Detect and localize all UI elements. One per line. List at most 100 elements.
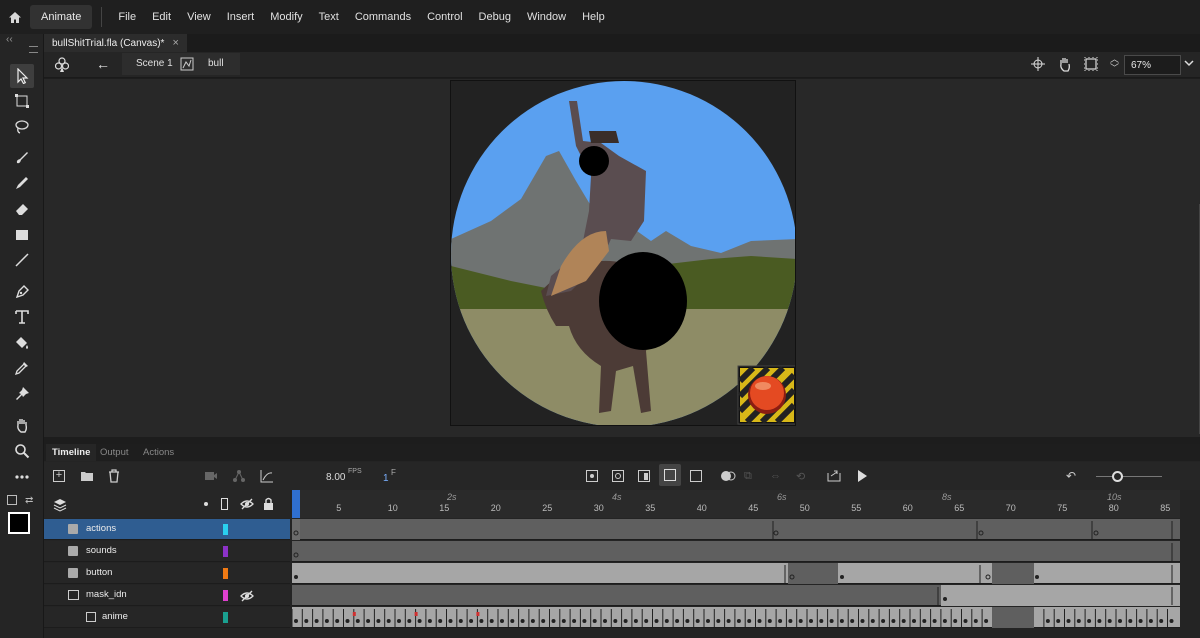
layer-anime[interactable]: anime	[44, 607, 290, 628]
zoom-dropdown-icon[interactable]	[1183, 58, 1195, 68]
frames-row-actions[interactable]	[292, 519, 1180, 540]
zoom-slider-handle[interactable]	[1112, 471, 1123, 482]
tab-output[interactable]: Output	[94, 444, 135, 461]
layer-sounds[interactable]: sounds	[44, 541, 290, 562]
undo-icon[interactable]: ↶	[1066, 469, 1076, 483]
stroke-color-swatch[interactable]	[8, 512, 30, 534]
text-tool-icon[interactable]	[10, 305, 34, 329]
more-tools-icon[interactable]	[10, 465, 34, 489]
tab-actions[interactable]: Actions	[137, 444, 180, 461]
breadcrumb-scene[interactable]: Scene 1	[136, 58, 173, 69]
new-folder-icon[interactable]	[80, 470, 94, 482]
rotate-stage-icon[interactable]	[1057, 56, 1073, 72]
stage-canvas[interactable]	[450, 80, 796, 426]
camera-icon[interactable]	[204, 470, 218, 481]
menu-debug[interactable]: Debug	[471, 0, 519, 34]
menu-help[interactable]: Help	[574, 0, 613, 34]
layer-color-swatch[interactable]	[223, 590, 228, 601]
eraser-tool-icon[interactable]	[10, 197, 34, 221]
pen-tool-icon[interactable]	[10, 280, 34, 304]
zoom-input[interactable]: 67%	[1124, 55, 1181, 75]
selection-tool-icon[interactable]	[10, 64, 34, 88]
playhead[interactable]	[292, 490, 300, 518]
onion-skin-icon[interactable]	[720, 470, 736, 482]
frames-row-sounds[interactable]	[292, 541, 1180, 562]
menu-window[interactable]: Window	[519, 0, 574, 34]
brush-fill-tool-icon[interactable]	[10, 146, 34, 170]
edit-bar: ← Scene 1 bull ︿ ﹀ 67%	[44, 52, 1200, 78]
layer-color-swatch[interactable]	[223, 546, 228, 557]
tab-timeline[interactable]: Timeline	[46, 444, 97, 461]
outline-layers-icon[interactable]	[221, 498, 228, 510]
insert-blank-keyframe-icon[interactable]	[612, 470, 624, 482]
edit-multiple-frames-icon[interactable]: ⧉	[744, 470, 752, 483]
layer-color-swatch[interactable]	[223, 524, 228, 535]
home-icon[interactable]	[0, 0, 30, 34]
menu-modify[interactable]: Modify	[262, 0, 310, 34]
center-stage-icon[interactable]	[1031, 57, 1045, 71]
back-arrow-icon[interactable]: ←	[96, 56, 110, 72]
zoom-slider[interactable]	[1096, 476, 1162, 477]
layer-button[interactable]: button	[44, 563, 290, 584]
menu-insert[interactable]: Insert	[219, 0, 263, 34]
eyedropper-tool-icon[interactable]	[10, 356, 34, 380]
paint-brush-tool-icon[interactable]	[10, 171, 34, 195]
insert-keyframe-icon[interactable]	[586, 470, 598, 482]
layer-actions[interactable]: actions	[44, 519, 290, 540]
frame-ruler[interactable]: 2s 4s 6s 8s 10s 5 10 15 20 25 30 35 40 45 50 55 60 65 70 7…	[292, 490, 1180, 518]
default-colors-icon[interactable]	[7, 495, 17, 505]
rectangle-tool-icon[interactable]	[10, 223, 34, 247]
insert-blank-keyframe-auto-icon[interactable]	[690, 470, 702, 482]
current-frame-value[interactable]: 1	[383, 473, 389, 484]
layer-mask-idn[interactable]: mask_idn	[44, 585, 290, 606]
paint-bucket-tool-icon[interactable]	[10, 331, 34, 355]
layer-color-swatch[interactable]	[223, 568, 228, 579]
mask-layer-icon	[68, 590, 79, 600]
close-tab-icon[interactable]: ×	[172, 37, 178, 49]
hidden-eye-icon[interactable]	[240, 590, 254, 602]
show-hide-icon[interactable]	[240, 498, 254, 510]
free-transform-tool-icon[interactable]	[10, 89, 34, 113]
pin-tool-icon[interactable]	[10, 382, 34, 406]
document-tab[interactable]: bullShitTrial.fla (Canvas)* ×	[44, 34, 187, 52]
center-frame-icon[interactable]: ⟲	[796, 470, 805, 483]
zoom-tool-icon[interactable]	[10, 439, 34, 463]
menu-view[interactable]: View	[179, 0, 219, 34]
fps-value[interactable]: 8.00	[326, 472, 345, 483]
line-tool-icon[interactable]	[10, 248, 34, 272]
insert-frame-icon[interactable]	[638, 470, 650, 482]
auto-keyframe-icon[interactable]	[659, 464, 681, 486]
frames-row-button[interactable]	[292, 563, 1180, 584]
menu-commands[interactable]: Commands	[347, 0, 419, 34]
new-layer-icon[interactable]: +	[53, 470, 65, 482]
layers-icon[interactable]	[53, 498, 67, 512]
collapse-icon[interactable]: ‹‹	[6, 34, 13, 45]
graph-icon[interactable]	[260, 469, 274, 483]
menu-control[interactable]: Control	[419, 0, 470, 34]
zoom-stepper-icon[interactable]: ︿ ﹀	[1110, 55, 1119, 73]
lasso-tool-icon[interactable]	[10, 115, 34, 139]
club-icon[interactable]	[55, 57, 69, 73]
panel-menu-icon[interactable]	[29, 46, 38, 53]
layer-parenting-icon[interactable]	[232, 469, 246, 483]
play-icon[interactable]	[856, 469, 868, 483]
hand-tool-icon[interactable]	[10, 413, 34, 437]
highlight-layers-icon[interactable]	[204, 502, 208, 506]
menu-file[interactable]: File	[110, 0, 144, 34]
export-icon[interactable]	[827, 469, 841, 482]
layer-color-swatch[interactable]	[223, 612, 228, 623]
ruler-frame-number: 50	[799, 503, 810, 513]
red-button-icon[interactable]	[737, 365, 796, 425]
app-name-button[interactable]: Animate	[30, 5, 93, 29]
menu-text[interactable]: Text	[311, 0, 347, 34]
swap-colors-icon[interactable]: ⇄	[25, 495, 33, 506]
menu-edit[interactable]: Edit	[144, 0, 179, 34]
stage-scrollbar[interactable]	[1192, 204, 1200, 434]
frames-row-anime[interactable]	[292, 607, 1180, 628]
breadcrumb-symbol[interactable]: bull	[208, 58, 224, 69]
loop-icon[interactable]: ⇔	[770, 470, 781, 482]
clip-content-icon[interactable]	[1084, 57, 1098, 71]
lock-icon[interactable]	[263, 497, 274, 510]
delete-layer-icon[interactable]	[108, 469, 120, 483]
frames-row-mask-idn[interactable]	[292, 585, 1180, 606]
